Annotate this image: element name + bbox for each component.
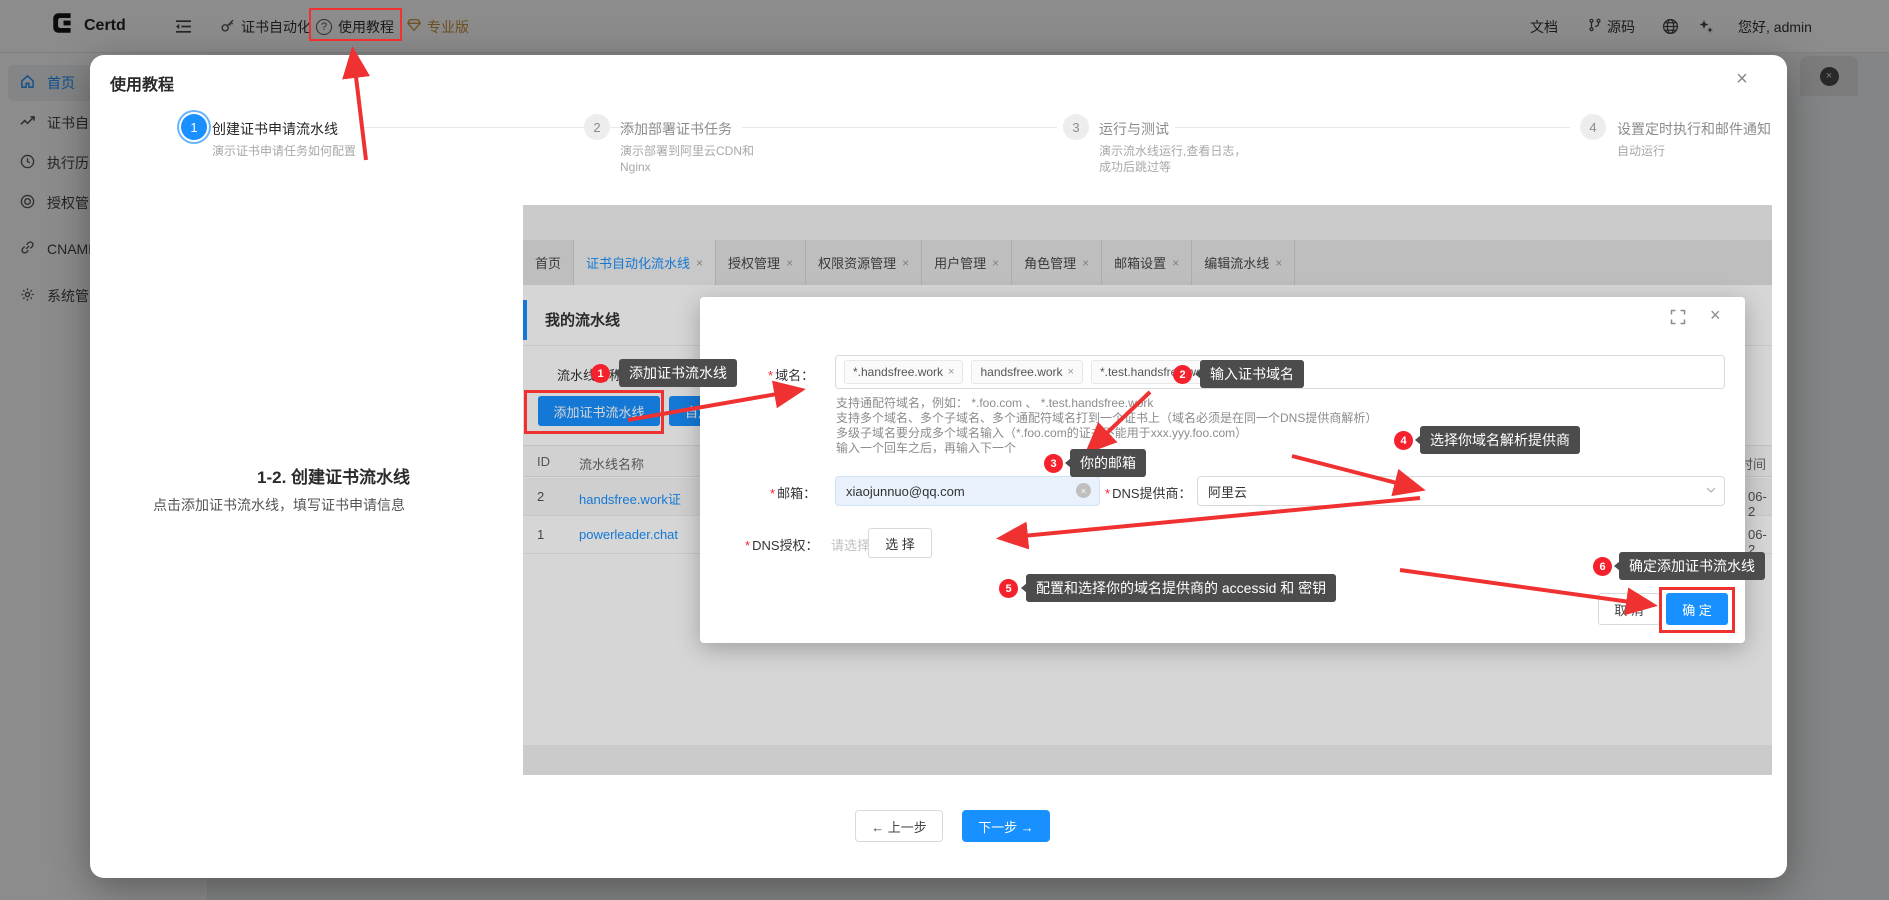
step-2-desc: 演示部署到阿里云CDN和Nginx [620,143,772,175]
prev-step-button[interactable]: ← 上一步 [855,810,943,842]
tutorial-demo-screenshot: 首页 证书自动化流水线× 授权管理× 权限资源管理× 用户管理× 角色管理× 邮… [523,205,1772,775]
dialog-close-icon[interactable]: × [1710,305,1721,326]
domain-tags-input[interactable]: *.handsfree.work× handsfree.work× *.test… [835,355,1725,389]
tag-remove-icon[interactable]: × [948,366,954,378]
chevron-down-icon [1705,483,1717,501]
dns-auth-placeholder: 请选择 [831,535,870,554]
step-divider [1175,127,1570,128]
tag-remove-icon[interactable]: × [1218,366,1224,378]
step-1-title: 创建证书申请流水线 [212,119,338,139]
app-root: Certd 证书自动化 ? 使用教程 专业版 文档 源码 您好, admin [0,0,1889,900]
email-input[interactable]: xiaojunnuo@qq.com [835,476,1100,506]
cancel-button[interactable]: 取 消 [1598,593,1660,625]
domain-tag[interactable]: handsfree.work× [971,360,1082,384]
step-3-circle: 3 [1063,114,1089,140]
dns-provider-select[interactable]: 阿里云 [1197,476,1725,506]
tutorial-modal: 使用教程 × 1 创建证书申请流水线 演示证书申请任务如何配置 2 添加部署证书… [90,55,1787,878]
step-1-desc: 演示证书申请任务如何配置 [212,143,364,159]
note-desc: 点击添加证书流水线，填写证书申请信息 [153,495,405,515]
step-3-title: 运行与测试 [1099,119,1169,139]
step-3-desc: 演示流水线运行,查看日志，成功后跳过等 [1099,143,1251,175]
dns-provider-label: *DNS提供商： [1105,483,1192,502]
domain-tag[interactable]: *.test.handsfree.work× [1091,360,1233,384]
step-divider [742,127,1057,128]
domain-help-line: 输入一个回车之后，再输入下一个 [836,439,1016,456]
confirm-button[interactable]: 确 定 [1666,593,1728,625]
next-step-button[interactable]: 下一步 → [962,810,1050,842]
fullscreen-icon[interactable] [1670,309,1686,330]
email-label: *邮箱： [770,483,816,502]
step-2-circle: 2 [584,114,610,140]
domain-tag[interactable]: *.handsfree.work× [844,360,963,384]
step-4-desc: 自动运行 [1617,143,1769,159]
step-4-title: 设置定时执行和邮件通知 [1617,119,1771,139]
step-4-circle: 4 [1580,114,1606,140]
modal-title: 使用教程 [110,71,174,95]
clear-input-icon[interactable]: × [1076,483,1091,498]
dns-auth-label: *DNS授权： [745,535,819,554]
choose-dns-auth-button[interactable]: 选 择 [868,528,932,558]
step-2-title: 添加部署证书任务 [620,119,732,139]
domain-label: *域名： [768,365,814,384]
tag-remove-icon[interactable]: × [1068,366,1074,378]
step-1-circle: 1 [181,114,207,140]
note-title: 1-2. 创建证书流水线 [257,463,410,488]
add-pipeline-dialog: × *域名： *.handsfree.work× handsfree.work×… [700,297,1745,643]
modal-close-icon[interactable]: × [1728,65,1756,93]
